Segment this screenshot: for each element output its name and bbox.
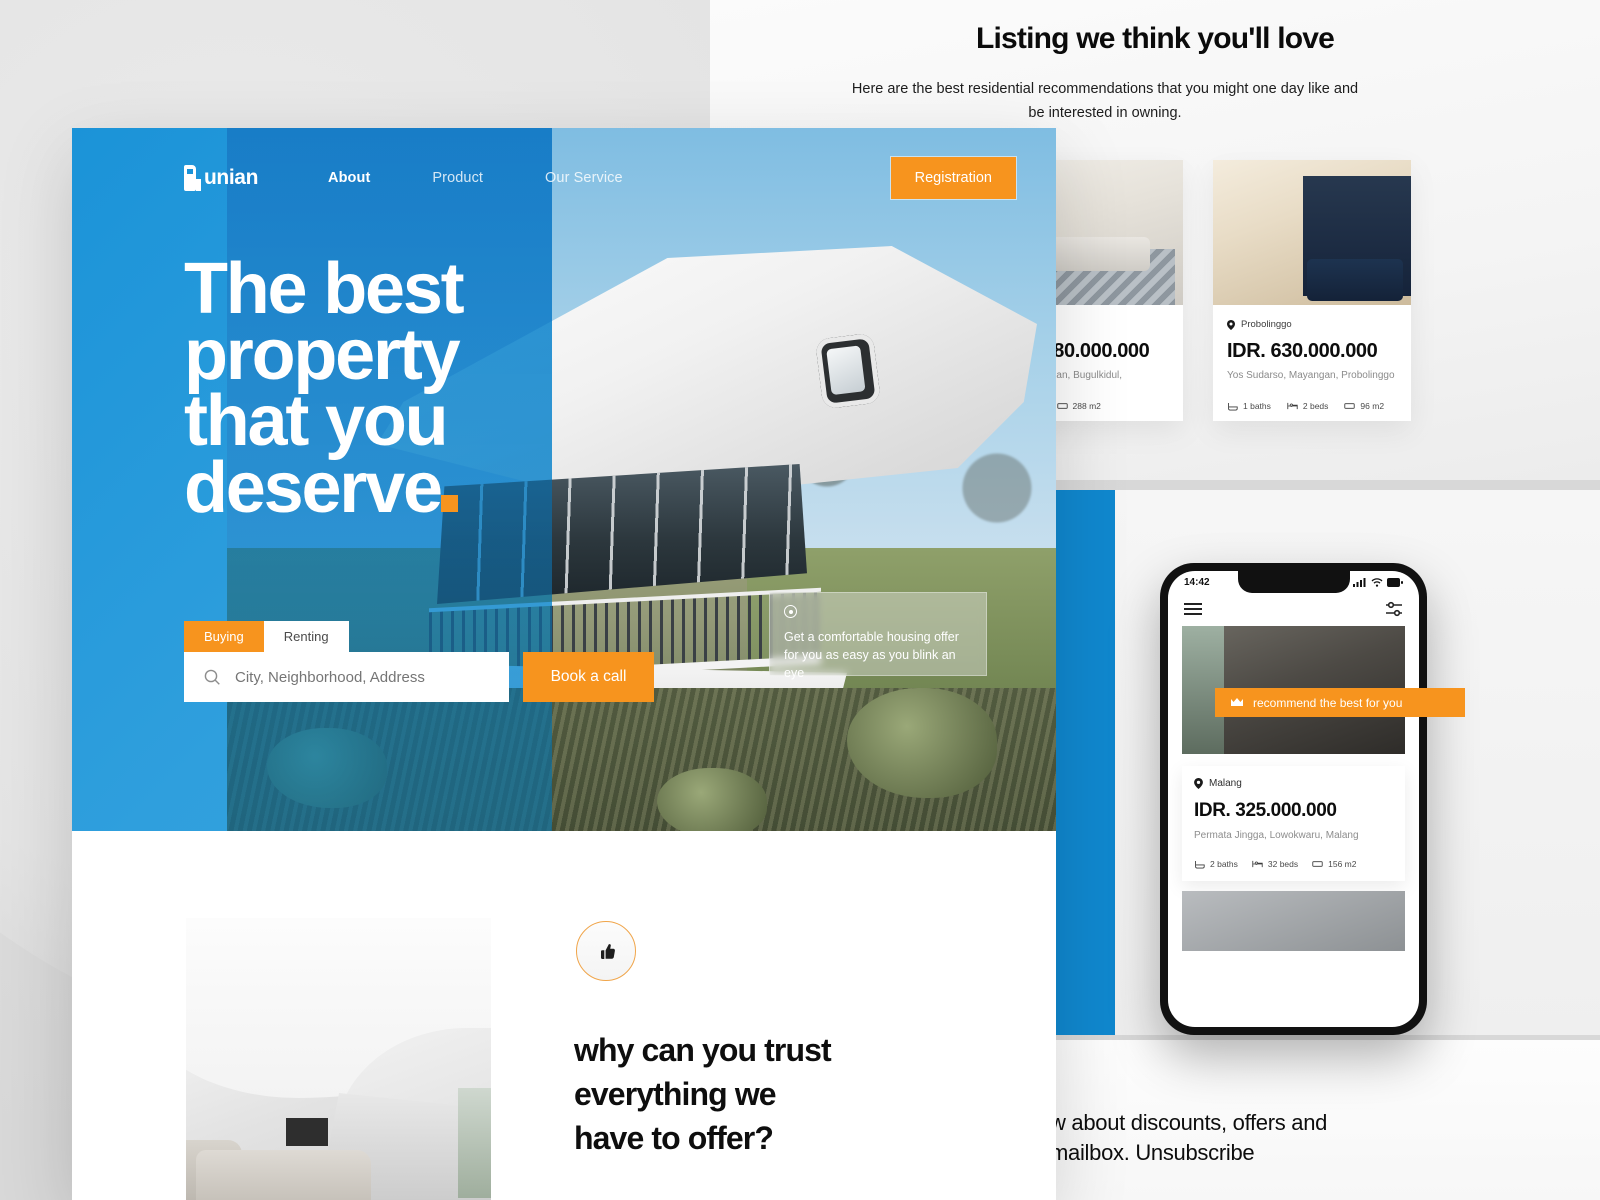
search-tabs: Buying Renting	[184, 621, 654, 652]
trust-heading-line1: why can you trust	[574, 1032, 832, 1068]
phone-mockup: 14:42 Malang IDR. 325.000.000 Permata Ji…	[1160, 563, 1427, 1035]
area-icon	[1056, 403, 1068, 409]
wifi-icon	[1371, 578, 1383, 587]
nav-link-product[interactable]: Product	[432, 170, 483, 186]
phone-card-features: 2 baths 32 beds 156 m2	[1194, 859, 1393, 869]
thumbs-up-badge	[576, 921, 636, 981]
battery-icon	[1387, 578, 1403, 587]
phone-card-address: Permata Jingga, Lowokwaru, Malang	[1194, 830, 1359, 841]
crown-icon	[1231, 697, 1243, 706]
phone-screen: 14:42 Malang IDR. 325.000.000 Permata Ji…	[1168, 571, 1419, 1027]
phone-card-feature-label: 156 m2	[1328, 859, 1357, 869]
phone-card-feature-label: 32 beds	[1267, 859, 1299, 869]
nav-link-about[interactable]: About	[328, 170, 370, 186]
listing-card-price: IDR. 630.000.000	[1227, 340, 1378, 362]
filter-icon[interactable]	[1385, 601, 1403, 617]
phone-card-price: IDR. 325.000.000	[1194, 800, 1337, 821]
listing-card-feature-label: 2 beds	[1302, 401, 1329, 411]
phone-app-toolbar	[1168, 588, 1419, 626]
pin-icon	[1227, 319, 1235, 330]
phone-card-feature: 156 m2	[1312, 859, 1357, 869]
phone-recommend-label: recommend the best for you	[1253, 695, 1403, 710]
top-navigation: unian About Product Our Service Registra…	[72, 128, 1056, 228]
listing-card[interactable]: Probolinggo IDR. 630.000.000 Yos Sudarso…	[1213, 160, 1411, 421]
registration-button[interactable]: Registration	[890, 157, 1016, 199]
tab-buying[interactable]: Buying	[184, 621, 264, 652]
listing-card-feature: 2 beds	[1287, 401, 1329, 411]
thumbs-up-icon	[600, 943, 615, 959]
main-page: unian About Product Our Service Registra…	[72, 128, 1056, 1200]
listing-card-feature: 96 m2	[1344, 401, 1384, 411]
pin-icon	[1194, 778, 1203, 789]
logo[interactable]: unian	[184, 165, 258, 191]
signal-icon	[1353, 578, 1366, 587]
listing-card-feature: 1 baths	[1227, 401, 1271, 411]
listing-card-feature-label: 96 m2	[1360, 401, 1385, 411]
trust-section-image	[186, 918, 491, 1200]
menu-icon[interactable]	[1184, 600, 1202, 618]
search-input[interactable]	[235, 668, 485, 686]
hero-search-widget: Buying Renting Book a call	[184, 621, 654, 702]
listing-card-features: 1 baths 2 beds 96 m2	[1227, 401, 1397, 411]
hero-heading: The best property that you deserve	[184, 253, 604, 524]
listing-subtitle-line1: Here are the best residential recommenda…	[851, 81, 1359, 97]
listing-card-feature: 288 m2	[1056, 401, 1101, 411]
nav-link-our-service[interactable]: Our Service	[545, 170, 623, 186]
search-box	[184, 652, 509, 702]
hero-tip-card: Get a comfortable housing offer for you …	[769, 592, 987, 680]
bath-icon	[1195, 860, 1205, 868]
bath-icon	[1228, 402, 1238, 410]
listing-subtitle-line2: be interested in owning.	[1028, 104, 1182, 121]
trust-heading: why can you trust everything we have to …	[574, 1028, 994, 1160]
logo-glyph-icon	[184, 165, 201, 191]
listing-card-feature-label: 288 m2	[1072, 401, 1101, 411]
phone-next-photo	[1182, 891, 1405, 951]
phone-card-feature: 2 baths	[1194, 859, 1238, 869]
app-section-blue-strip	[1053, 490, 1115, 1035]
phone-notch	[1237, 571, 1350, 593]
search-icon	[204, 669, 220, 685]
bed-icon	[1252, 860, 1263, 868]
phone-card-feature-label: 2 baths	[1210, 859, 1238, 869]
hero-heading-line4: deserve	[184, 447, 443, 528]
book-a-call-button[interactable]: Book a call	[523, 652, 654, 702]
hero-tip-line2: for you as easy as you blink an eye	[784, 648, 956, 681]
eye-icon	[784, 605, 797, 618]
area-icon	[1344, 403, 1356, 409]
newsletter-line1: w about discounts, offers and	[1050, 1110, 1328, 1135]
newsletter-text: w about discounts, offers and mailbox. U…	[1050, 1108, 1600, 1167]
logo-text: unian	[204, 166, 258, 189]
phone-recommend-ribbon: recommend the best for you	[1215, 688, 1465, 717]
phone-card-feature: 32 beds	[1252, 859, 1298, 869]
trust-heading-line3: have to offer?	[574, 1120, 774, 1157]
trust-heading-line2: everything we	[574, 1076, 777, 1113]
nav-links: About Product Our Service	[328, 170, 623, 186]
phone-listing-card[interactable]: Malang IDR. 325.000.000 Permata Jingga, …	[1182, 766, 1405, 881]
hero-heading-dot	[440, 494, 458, 512]
hero-tip-line1: Get a comfortable housing offer	[784, 630, 959, 644]
area-icon	[1312, 861, 1323, 867]
listing-card-location: Probolinggo	[1241, 319, 1292, 330]
listing-subtitle: Here are the best residential recommenda…	[845, 78, 1365, 126]
tab-renting[interactable]: Renting	[263, 621, 349, 652]
listing-card-location-row: Probolinggo	[1227, 319, 1397, 330]
newsletter-line2: mailbox. Unsubscribe	[1050, 1139, 1255, 1165]
listing-card-photo	[1213, 160, 1411, 305]
listing-card-address: Yos Sudarso, Mayangan, Probolinggo	[1227, 370, 1395, 381]
phone-card-location-row: Malang	[1194, 778, 1393, 789]
phone-status-time: 14:42	[1184, 577, 1210, 588]
phone-card-location: Malang	[1209, 778, 1242, 789]
listing-title: Listing we think you'll love	[975, 22, 1335, 55]
bed-icon	[1287, 402, 1298, 410]
listing-card-feature-label: 1 baths	[1243, 401, 1271, 411]
